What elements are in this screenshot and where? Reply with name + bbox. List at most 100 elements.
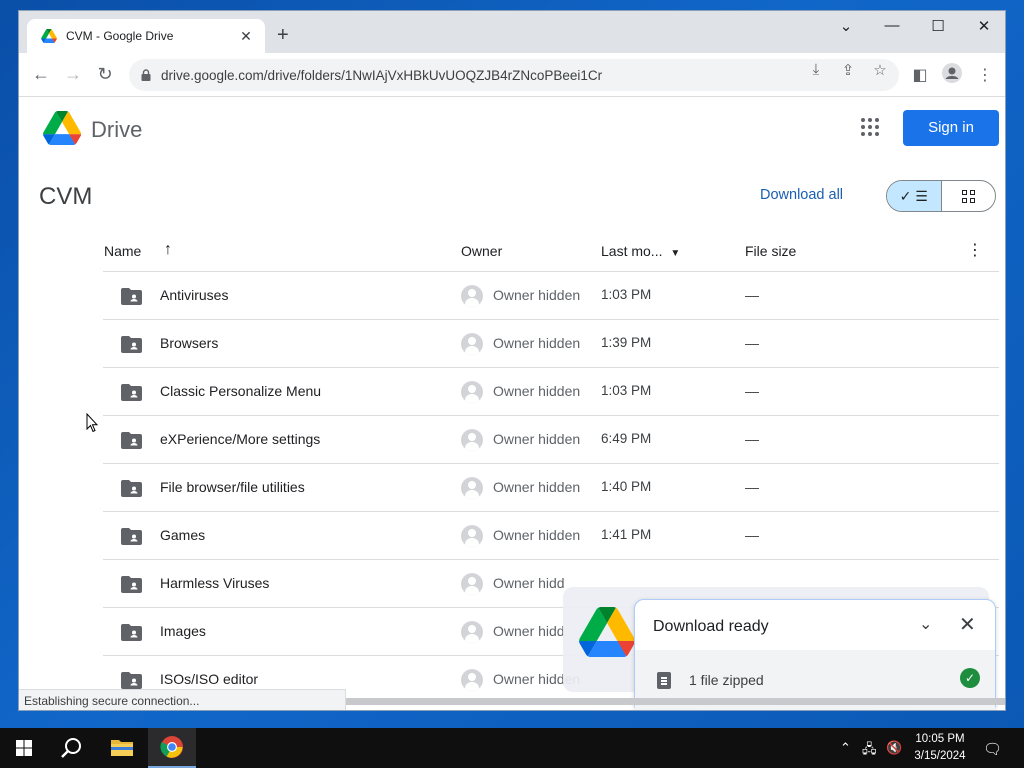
owner-avatar-icon — [461, 333, 483, 355]
horizontal-scrollbar[interactable] — [346, 698, 1005, 705]
volume-muted-icon[interactable]: 🔇 — [886, 740, 902, 756]
toast-close-icon[interactable]: ✕ — [959, 612, 976, 637]
row-size: — — [745, 431, 759, 447]
address-bar[interactable]: drive.google.com/drive/folders/1NwIAjVxH… — [129, 59, 899, 91]
collapse-chevron-icon[interactable]: ⌄ — [919, 614, 932, 634]
zip-file-icon — [657, 672, 671, 689]
sign-in-button[interactable]: Sign in — [903, 110, 999, 146]
product-name[interactable]: Drive — [91, 117, 142, 143]
view-toggle[interactable]: ✓ ☰ — [886, 180, 996, 212]
reload-icon[interactable]: ↻ — [93, 64, 117, 85]
row-owner: Owner hidden — [493, 431, 581, 447]
tab-title: CVM - Google Drive — [66, 29, 174, 43]
table-row[interactable]: Antiviruses Owner hidden 1:03 PM — — [103, 272, 999, 320]
column-header-modified-label: Last mo... — [601, 243, 663, 259]
chrome-taskbar-button[interactable] — [148, 728, 196, 768]
shared-folder-icon — [121, 480, 142, 497]
row-name: Harmless Viruses — [160, 575, 270, 591]
list-icon: ☰ — [915, 187, 928, 204]
column-header-name[interactable]: Name — [104, 243, 141, 259]
table-row[interactable]: File browser/file utilities Owner hidden 1… — [103, 464, 999, 512]
window-close-icon[interactable]: ✕ — [969, 17, 999, 35]
sort-ascending-icon[interactable]: ↑ — [164, 241, 172, 259]
shared-folder-icon — [121, 432, 142, 449]
table-row[interactable]: Browsers Owner hidden 1:39 PM — — [103, 320, 999, 368]
google-apps-icon[interactable] — [861, 118, 879, 136]
table-row[interactable]: Games Owner hidden 1:41 PM — — [103, 512, 999, 560]
clock-time: 10:05 PM — [915, 733, 965, 745]
drive-page: Drive Sign in CVM Download all ✓ ☰ Name … — [19, 97, 1005, 710]
row-owner: Owner hidden — [493, 287, 581, 303]
tab-search-chevron-icon[interactable]: ⌄ — [831, 17, 861, 35]
toast-title: Download ready — [653, 618, 769, 635]
tab-strip: CVM - Google Drive ✕ + ⌄ — ☐ ✕ — [19, 11, 1005, 53]
shared-folder-icon — [121, 384, 142, 401]
maximize-icon[interactable]: ☐ — [923, 17, 953, 35]
forward-icon[interactable]: → — [61, 64, 85, 85]
owner-avatar-icon — [461, 621, 483, 643]
table-row[interactable]: eXPerience/More settings Owner hidden 6:49… — [103, 416, 999, 464]
drive-logo-icon[interactable] — [43, 111, 81, 145]
tab-close-icon[interactable]: ✕ — [237, 28, 255, 45]
browser-status-bar: Establishing secure connection... — [19, 689, 346, 710]
row-owner: Owner hidden — [493, 383, 581, 399]
table-row[interactable]: Classic Personalize Menu Owner hidden 1:03… — [103, 368, 999, 416]
download-ready-toast: Download ready ⌄ ✕ 1 file zipped ✓ — [634, 599, 996, 710]
browser-menu-icon[interactable]: ⋮ — [975, 65, 995, 85]
mouse-cursor-icon — [86, 413, 98, 433]
row-owner: Owner hidden — [493, 335, 581, 351]
taskbar-clock[interactable]: 10:05 PM 3/15/2024 — [908, 731, 972, 765]
windows-start-icon[interactable] — [8, 738, 40, 758]
more-options-icon[interactable]: ⋮ — [967, 240, 983, 260]
row-size: — — [745, 335, 759, 351]
drive-toast-logo-icon — [579, 607, 635, 657]
column-header-modified[interactable]: Last mo... ▼ — [601, 243, 680, 259]
row-owner: Owner hidd — [493, 623, 565, 639]
file-explorer-icon[interactable] — [110, 737, 134, 757]
shared-folder-icon — [121, 672, 142, 689]
back-icon[interactable]: ← — [29, 64, 53, 85]
shared-folder-icon — [121, 288, 142, 305]
row-name: eXPerience/More settings — [160, 431, 321, 447]
install-app-icon[interactable]: ⤓ — [805, 61, 827, 78]
owner-avatar-icon — [461, 429, 483, 451]
row-name: ISOs/ISO editor — [160, 671, 259, 687]
url-text: drive.google.com/drive/folders/1NwIAjVxH… — [161, 67, 603, 83]
shared-folder-icon — [121, 576, 142, 593]
row-owner: Owner hidden — [493, 479, 581, 495]
lock-icon — [141, 69, 151, 81]
shared-folder-icon — [121, 624, 142, 641]
search-icon[interactable] — [60, 736, 84, 760]
tray-chevron-icon[interactable]: ⌃ — [840, 740, 851, 756]
download-all-button[interactable]: Download all — [760, 187, 843, 203]
notifications-icon[interactable]: 🗨 — [983, 740, 1002, 758]
row-name: Antiviruses — [160, 287, 229, 303]
row-modified: 1:03 PM — [601, 287, 652, 302]
minimize-icon[interactable]: — — [877, 17, 907, 34]
share-icon[interactable]: ⇪ — [837, 61, 859, 79]
row-modified: 1:39 PM — [601, 335, 652, 350]
row-owner: Owner hidd — [493, 575, 565, 591]
row-name: Games — [160, 527, 206, 543]
row-name: Images — [160, 623, 206, 639]
row-modified: 1:41 PM — [601, 527, 652, 542]
browser-tab[interactable]: CVM - Google Drive ✕ — [27, 19, 265, 53]
check-icon: ✓ — [899, 187, 912, 204]
row-modified: 1:40 PM — [601, 479, 652, 494]
folder-title: CVM — [39, 183, 93, 210]
shared-folder-icon — [121, 528, 142, 545]
row-modified: 1:03 PM — [601, 383, 652, 398]
column-header-size[interactable]: File size — [745, 243, 796, 259]
side-panel-icon[interactable]: ◧ — [910, 65, 930, 85]
profile-avatar-icon[interactable] — [942, 63, 962, 88]
grid-icon — [961, 189, 975, 203]
column-header-owner[interactable]: Owner — [461, 243, 502, 259]
new-tab-icon[interactable]: + — [277, 25, 289, 45]
network-icon[interactable]: 🖧 — [862, 740, 877, 762]
grid-view-button[interactable] — [942, 181, 996, 211]
bookmark-star-icon[interactable]: ☆ — [869, 61, 891, 79]
row-name: File browser/file utilities — [160, 479, 305, 495]
list-view-button[interactable]: ✓ ☰ — [887, 181, 942, 211]
row-name: Browsers — [160, 335, 219, 351]
chrome-icon — [160, 736, 183, 758]
